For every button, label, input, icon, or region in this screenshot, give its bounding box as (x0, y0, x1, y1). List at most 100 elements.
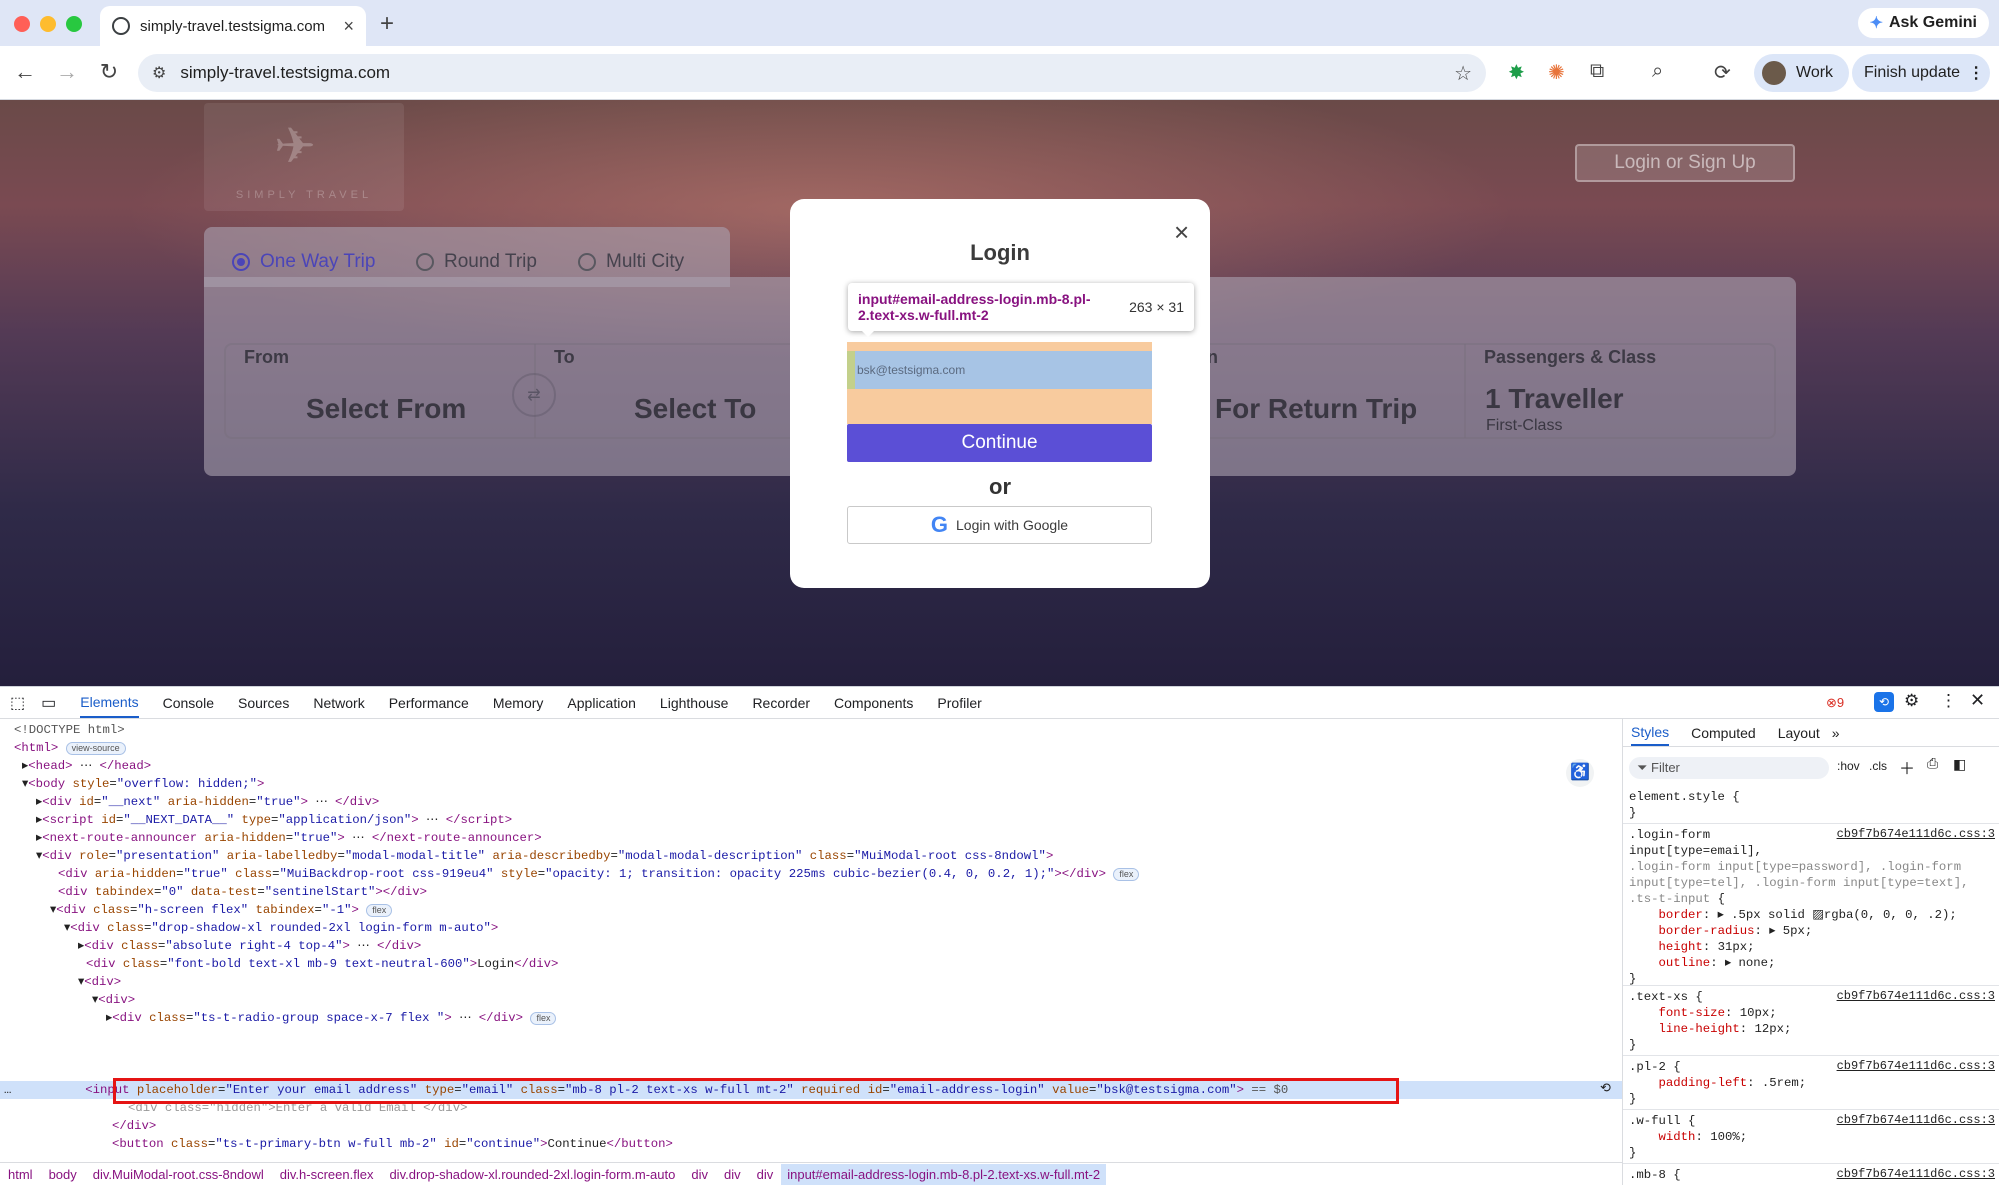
new-tab-button[interactable]: + (380, 10, 394, 38)
dom-line[interactable]: ▸<div class="ts-t-radio-group space-x-7 … (106, 1009, 557, 1027)
tab-search-icon[interactable]: ⌕ (1652, 60, 1663, 83)
more-vertical-icon[interactable]: ⋮ (1940, 691, 1957, 711)
hov-toggle[interactable]: :hov (1837, 759, 1860, 773)
address-bar[interactable]: ⚙ simply-travel.testsigma.com ☆ (138, 54, 1486, 92)
tab-recorder[interactable]: Recorder (752, 695, 810, 711)
breadcrumb-item[interactable]: html (8, 1167, 33, 1182)
error-badge[interactable]: ⊗9 (1826, 695, 1844, 711)
site-logo[interactable]: ✈ SIMPLY TRAVEL (204, 103, 404, 211)
forward-arrow-icon[interactable]: → (54, 59, 80, 85)
breadcrumb-item-selected[interactable]: input#email-address-login.mb-8.pl-2.text… (781, 1164, 1107, 1185)
dom-line[interactable]: ▾<div> (92, 991, 135, 1009)
issues-icon[interactable]: ⟲ (1874, 692, 1894, 712)
tab-sources[interactable]: Sources (238, 695, 289, 711)
tab-console[interactable]: Console (163, 695, 214, 711)
sidebar-toggle-icon[interactable]: ◧ (1953, 757, 1966, 774)
more-tabs-icon[interactable]: » (1832, 725, 1840, 741)
cls-toggle[interactable]: .cls (1869, 759, 1887, 773)
dom-line[interactable]: ▸<script id="__NEXT_DATA__" type="applic… (36, 811, 512, 829)
back-arrow-icon[interactable]: ← (12, 59, 38, 85)
dom-line[interactable]: ▸<next-route-announcer aria-hidden="true… (36, 829, 542, 847)
modal-title: Login (970, 240, 1030, 265)
tab-performance[interactable]: Performance (389, 695, 469, 711)
tab-profiler[interactable]: Profiler (937, 695, 981, 711)
tab-memory[interactable]: Memory (493, 695, 544, 711)
dom-line[interactable]: ▾<div class="h-screen flex" tabindex="-1… (50, 901, 393, 919)
dom-line[interactable]: <button class="ts-t-primary-btn w-full m… (112, 1135, 673, 1153)
dom-line[interactable]: ▾<body style="overflow: hidden;"> (22, 775, 264, 793)
close-window-button[interactable] (14, 16, 30, 32)
tab-elements[interactable]: Elements (80, 688, 139, 718)
finish-update-button[interactable]: Finish update ⋮ (1852, 54, 1990, 92)
dom-line[interactable]: ▸<div id="__next" aria-hidden="true"> ⋯ … (36, 793, 379, 811)
bookmark-star-icon[interactable]: ☆ (1454, 61, 1472, 86)
dom-line[interactable]: <div class="mb-2 text-xl font-bold text-… (112, 1153, 562, 1154)
tab-styles[interactable]: Styles (1631, 720, 1670, 746)
dom-line[interactable]: <div aria-hidden="true" class="MuiBackdr… (58, 865, 1140, 883)
dom-line[interactable]: <html> view-source (14, 739, 126, 757)
device-toolbar-icon[interactable]: ▭ (41, 693, 56, 713)
return-trip-field[interactable]: For Return Trip (1215, 393, 1417, 425)
tab-close-icon[interactable]: × (343, 16, 354, 37)
dom-line[interactable]: <div tabindex="0" data-test="sentinelSta… (58, 883, 427, 901)
accessibility-icon[interactable]: ♿ (1566, 759, 1594, 787)
select-to-field[interactable]: Select To (634, 393, 756, 425)
css-source-link[interactable]: cb9f7b674e111d6c.css:3 (1837, 1167, 1995, 1181)
css-source-link[interactable]: cb9f7b674e111d6c.css:3 (1837, 989, 1995, 1003)
breadcrumb-item[interactable]: div.drop-shadow-xl.rounded-2xl.login-for… (389, 1167, 675, 1182)
swap-icon[interactable]: ⇄ (512, 373, 556, 417)
site-settings-icon[interactable]: ⚙ (152, 63, 166, 83)
ask-gemini-button[interactable]: ✦ Ask Gemini (1857, 8, 1989, 38)
dom-line[interactable]: ▾<div class="drop-shadow-xl rounded-2xl … (64, 919, 498, 937)
login-signup-button[interactable]: Login or Sign Up (1575, 144, 1795, 182)
traveller-count[interactable]: 1 Traveller (1485, 383, 1624, 415)
close-devtools-icon[interactable]: ✕ (1970, 690, 1985, 711)
tab-network[interactable]: Network (313, 695, 364, 711)
breadcrumb-item[interactable]: div (691, 1167, 708, 1182)
styles-filter-input[interactable]: ⏷ Filter (1629, 757, 1829, 779)
email-field[interactable]: bsk@testsigma.com (847, 351, 1152, 389)
scroll-into-view-icon[interactable]: ⟲ (1600, 1081, 1611, 1096)
tab-lighthouse[interactable]: Lighthouse (660, 695, 729, 711)
tab-components[interactable]: Components (834, 695, 913, 711)
breadcrumb-item[interactable]: body (49, 1167, 77, 1182)
inspect-element-icon[interactable]: ⬚ (10, 693, 25, 713)
extension-gear-icon[interactable]: ✸ (1508, 60, 1525, 85)
extension-sun-icon[interactable]: ✺ (1548, 60, 1565, 85)
radio-one-way[interactable]: One Way Trip (232, 251, 375, 273)
breadcrumb-item[interactable]: div (757, 1167, 774, 1182)
continue-button[interactable]: Continue (847, 424, 1152, 462)
maximize-window-button[interactable] (66, 16, 82, 32)
tab-layout[interactable]: Layout (1778, 725, 1820, 741)
settings-gear-icon[interactable]: ⚙ (1904, 691, 1919, 711)
tab-computed[interactable]: Computed (1691, 725, 1756, 741)
dom-line[interactable]: <div class="font-bold text-xl mb-9 text-… (86, 955, 558, 973)
dom-line[interactable]: ▾<div> (78, 973, 121, 991)
css-source-link[interactable]: cb9f7b674e111d6c.css:3 (1837, 1059, 1995, 1073)
dom-line[interactable]: </div> (112, 1117, 156, 1135)
close-icon[interactable]: × (1174, 217, 1189, 248)
breadcrumb-item[interactable]: div.MuiModal-root.css-8ndowl (93, 1167, 264, 1182)
tab-application[interactable]: Application (567, 695, 636, 711)
dom-line[interactable]: ▸<div class="absolute right-4 top-4"> ⋯ … (78, 937, 421, 955)
css-source-link[interactable]: cb9f7b674e111d6c.css:3 (1837, 1113, 1995, 1127)
minimize-window-button[interactable] (40, 16, 56, 32)
dom-line[interactable]: ▾<div role="presentation" aria-labelledb… (36, 847, 1053, 865)
browser-tab[interactable]: simply-travel.testsigma.com × (100, 6, 366, 46)
paint-icon[interactable]: ⎙ (1927, 757, 1938, 773)
breadcrumb-item[interactable]: div (724, 1167, 741, 1182)
radio-multi-city[interactable]: Multi City (578, 251, 684, 273)
breadcrumb-item[interactable]: div.h-screen.flex (280, 1167, 374, 1182)
profile-button[interactable]: Work (1754, 54, 1849, 92)
select-from-field[interactable]: Select From (306, 393, 466, 425)
more-vertical-icon[interactable]: ⋮ (1968, 63, 1984, 83)
reload-icon[interactable]: ↻ (96, 59, 122, 85)
sync-icon[interactable]: ⟳ (1714, 60, 1731, 85)
login-google-button[interactable]: G Login with Google (847, 506, 1152, 544)
radio-round-trip[interactable]: Round Trip (416, 251, 537, 273)
extensions-puzzle-icon[interactable]: ⧉ (1590, 60, 1604, 83)
add-rule-icon[interactable]: ＋ (1899, 755, 1915, 779)
radio-label: Round Trip (444, 251, 537, 272)
css-source-link[interactable]: cb9f7b674e111d6c.css:3 (1837, 827, 1995, 841)
dom-line[interactable]: ▸<head> ⋯ </head> (22, 757, 151, 775)
